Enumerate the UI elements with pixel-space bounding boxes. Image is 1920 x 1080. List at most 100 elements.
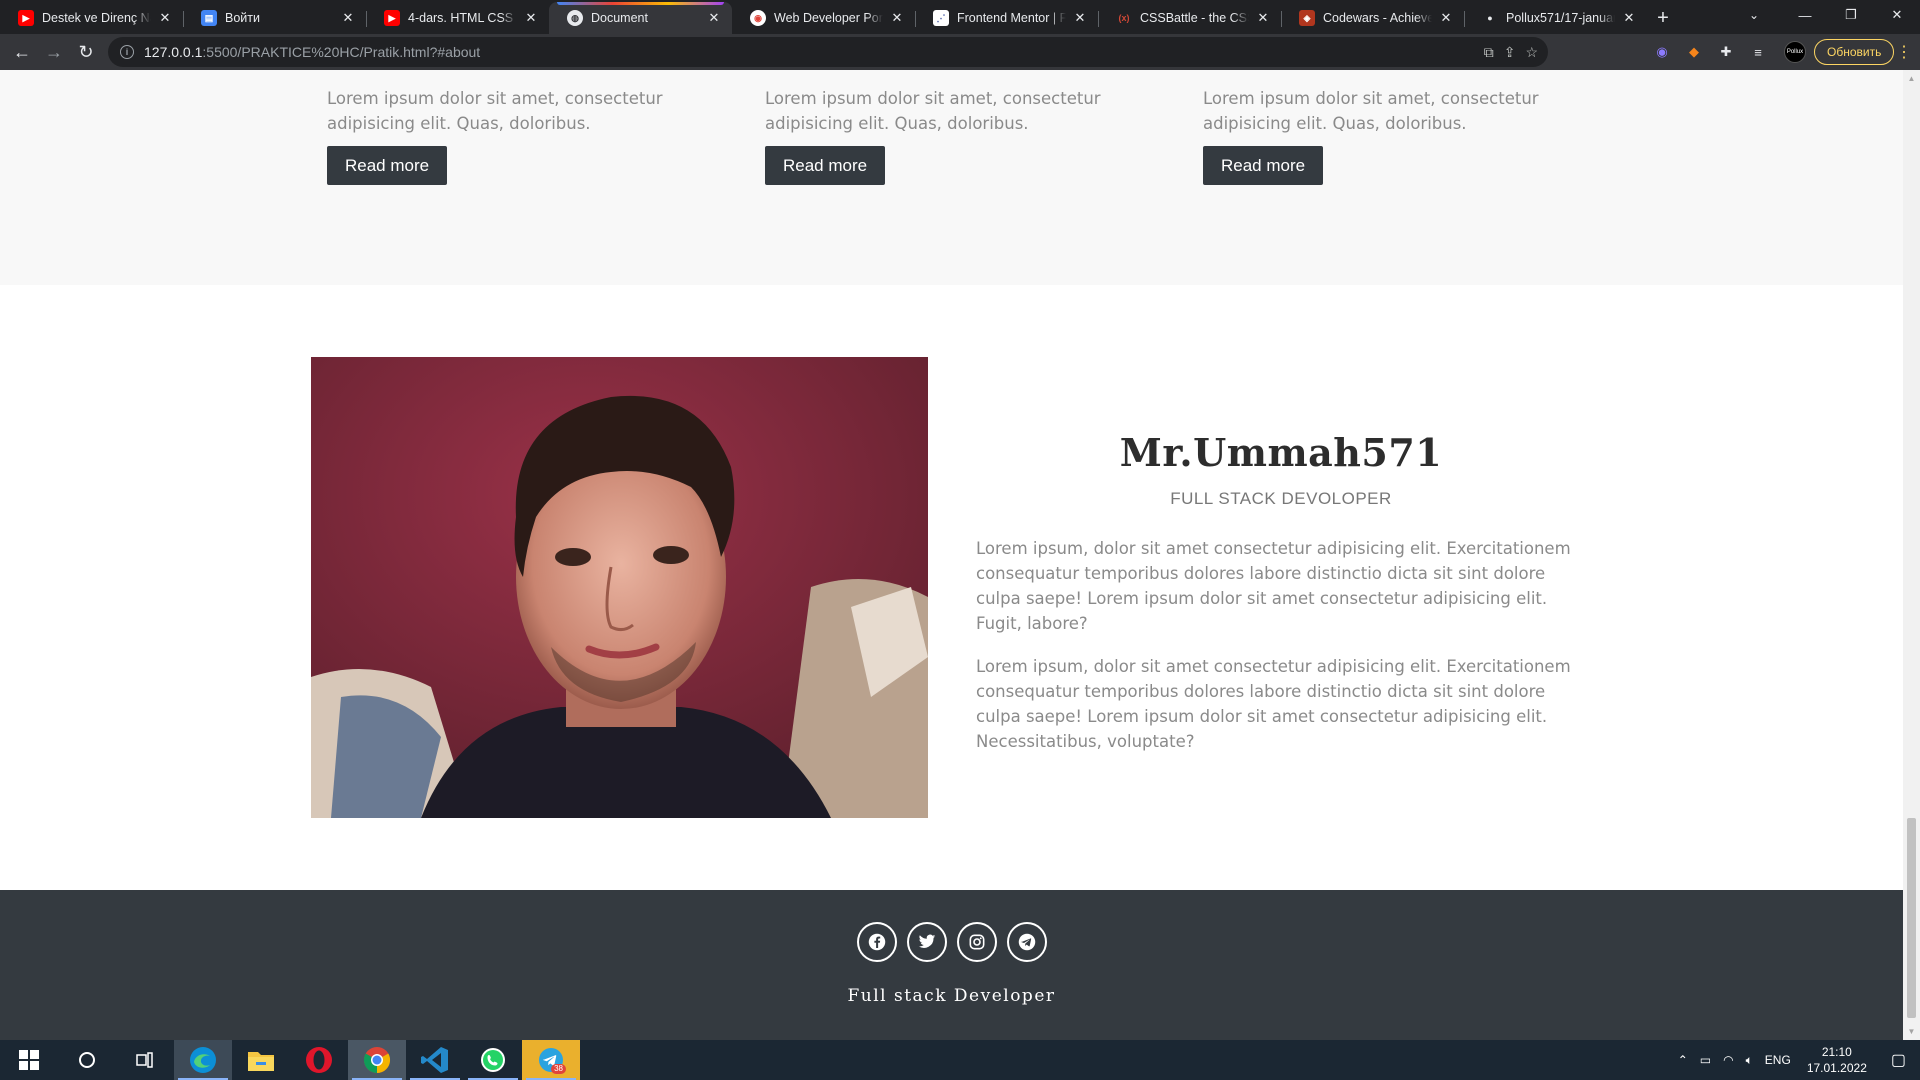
service-card-text: Lorem ipsum dolor sit amet, consectetur …	[327, 89, 663, 133]
omnibox-actions: ⧉ ⇪ ☆	[1484, 37, 1538, 67]
reading-list-icon[interactable]: ≡	[1748, 42, 1768, 62]
extensions-area: ◉ ◆ ✚ ≡	[1652, 37, 1768, 67]
portrait-illustration	[311, 357, 928, 818]
file-explorer-icon[interactable]	[232, 1040, 290, 1080]
telegram-app-icon[interactable]: 38	[522, 1040, 580, 1080]
minimize-icon[interactable]: —	[1782, 0, 1828, 30]
window-controls: — ❐ ✕	[1782, 0, 1920, 30]
language-indicator[interactable]: ENG	[1759, 1053, 1797, 1067]
about-section: Mr.Ummah571 FULL STACK DEVOLOPER Lorem i…	[0, 285, 1903, 890]
task-view-icon[interactable]	[116, 1040, 174, 1080]
close-icon[interactable]: ✕	[889, 10, 905, 26]
close-icon[interactable]: ✕	[523, 10, 539, 26]
close-icon[interactable]: ✕	[157, 10, 173, 26]
search-icon[interactable]	[58, 1040, 116, 1080]
tab-4[interactable]: ◉ Web Developer Portfo ✕	[732, 2, 915, 34]
tab-search-icon[interactable]: ⌄	[1734, 0, 1774, 30]
page-scrollbar[interactable]: ▲ ▼	[1903, 70, 1920, 1040]
scroll-down-icon[interactable]: ▼	[1903, 1023, 1920, 1040]
chrome-icon[interactable]	[348, 1040, 406, 1080]
service-card: Lorem ipsum dolor sit amet, consectetur …	[327, 86, 727, 185]
tab-title: 4-dars. HTML CSS yor	[408, 11, 517, 25]
tab-title: Document	[591, 11, 648, 25]
scrollbar-thumb[interactable]	[1907, 818, 1916, 1018]
document-icon: ▤	[201, 10, 217, 26]
whatsapp-icon[interactable]	[464, 1040, 522, 1080]
tab-7[interactable]: ◈ Codewars - Achieve m ✕	[1281, 2, 1464, 34]
close-icon[interactable]: ✕	[1438, 10, 1454, 26]
tab-2[interactable]: ▶ 4-dars. HTML CSS yor ✕	[366, 2, 549, 34]
tab-title: Frontend Mentor | Fro	[957, 11, 1066, 25]
profile-avatar[interactable]: Pollux	[1784, 41, 1806, 63]
tray-chevron-icon[interactable]: ⌃	[1672, 1053, 1694, 1067]
frontend-mentor-icon: ⋰	[933, 10, 949, 26]
window-close-icon[interactable]: ✕	[1874, 0, 1920, 30]
site-info-icon[interactable]: i	[120, 45, 134, 59]
reload-icon[interactable]: ↻	[70, 36, 102, 68]
clock[interactable]: 21:10 17.01.2022	[1797, 1044, 1877, 1076]
metamask-icon[interactable]: ◆	[1684, 42, 1704, 62]
read-more-button[interactable]: Read more	[327, 146, 448, 185]
facebook-icon[interactable]	[857, 922, 897, 962]
codewars-icon: ◈	[1299, 10, 1315, 26]
network-icon[interactable]: ◠	[1717, 1053, 1739, 1067]
clock-date: 17.01.2022	[1806, 1061, 1867, 1075]
service-card: Lorem ipsum dolor sit amet, consectetur …	[765, 86, 1165, 185]
tab-title: Pollux571/17-january	[1506, 11, 1615, 25]
tab-0[interactable]: ▶ Destek ve Direnç Nasıl ✕	[0, 2, 183, 34]
volume-icon[interactable]: 🔈︎	[1740, 1053, 1759, 1068]
translate-icon[interactable]: ⧉	[1484, 44, 1494, 61]
tab-6[interactable]: (x) CSSBattle - the CSS co ✕	[1098, 2, 1281, 34]
about-name-heading: Mr.Ummah571	[1119, 430, 1443, 475]
footer-tagline: Full stack Developer	[847, 986, 1056, 1006]
close-icon[interactable]: ✕	[1621, 10, 1637, 26]
social-links	[857, 922, 1047, 962]
tab-5[interactable]: ⋰ Frontend Mentor | Fro ✕	[915, 2, 1098, 34]
youtube-icon: ▶	[18, 10, 34, 26]
browser-toolbar: ← → ↻ i 127.0.0.1:5500/PRAKTICE%20HC/Pra…	[0, 34, 1920, 70]
instagram-icon[interactable]	[957, 922, 997, 962]
profile-photo	[311, 357, 928, 818]
scroll-up-icon[interactable]: ▲	[1903, 70, 1920, 87]
address-bar[interactable]: i 127.0.0.1:5500/PRAKTICE%20HC/Pratik.ht…	[108, 37, 1548, 67]
youtube-icon: ▶	[384, 10, 400, 26]
tab-3[interactable]: ◍ Document ✕	[549, 2, 732, 34]
edge-icon[interactable]	[174, 1040, 232, 1080]
windows-start-icon[interactable]	[0, 1040, 58, 1080]
about-paragraph: Lorem ipsum, dolor sit amet consectetur …	[976, 539, 1571, 633]
tab-8[interactable]: ● Pollux571/17-january ✕	[1464, 2, 1647, 34]
puzzle-icon[interactable]: ✚	[1716, 42, 1736, 62]
tab-title: CSSBattle - the CSS co	[1140, 11, 1249, 25]
close-icon[interactable]: ✕	[340, 10, 356, 26]
bookmark-star-icon[interactable]: ☆	[1525, 44, 1538, 61]
read-more-button[interactable]: Read more	[765, 146, 886, 185]
page-viewport: Lorem ipsum dolor sit amet, consectetur …	[0, 70, 1920, 1040]
service-card-text: Lorem ipsum dolor sit amet, consectetur …	[1203, 89, 1539, 133]
back-icon[interactable]: ←	[6, 36, 38, 68]
close-icon[interactable]: ✕	[1255, 10, 1271, 26]
profile-label: Pollux	[1786, 49, 1804, 55]
close-icon[interactable]: ✕	[1072, 10, 1088, 26]
close-icon[interactable]: ✕	[706, 10, 722, 26]
tab-1[interactable]: ▤ Войти ✕	[183, 2, 366, 34]
telegram-icon[interactable]	[1007, 922, 1047, 962]
tab-title: Web Developer Portfo	[774, 11, 883, 25]
vscode-icon[interactable]	[406, 1040, 464, 1080]
update-button[interactable]: Обновить	[1814, 39, 1895, 65]
battery-icon[interactable]: ▭	[1694, 1053, 1717, 1067]
notifications-icon[interactable]: ▢	[1877, 1050, 1920, 1070]
restore-icon[interactable]: ❐	[1828, 0, 1874, 30]
read-more-button[interactable]: Read more	[1203, 146, 1324, 185]
menu-kebab-icon[interactable]: ⋮	[1892, 37, 1916, 67]
services-section: Lorem ipsum dolor sit amet, consectetur …	[0, 70, 1903, 285]
twitter-icon[interactable]	[907, 922, 947, 962]
extension-icon[interactable]: ◉	[1652, 42, 1672, 62]
forward-icon[interactable]: →	[38, 36, 70, 68]
opera-icon[interactable]	[290, 1040, 348, 1080]
tab-title: Войти	[225, 11, 260, 25]
share-icon[interactable]: ⇪	[1504, 44, 1516, 61]
new-tab-button[interactable]: +	[1647, 2, 1679, 34]
url-path: :5500/PRAKTICE%20HC/Pratik.html?#about	[202, 44, 481, 60]
about-role-subtitle: FULL STACK DEVOLOPER	[1170, 489, 1392, 508]
service-card-text: Lorem ipsum dolor sit amet, consectetur …	[765, 89, 1101, 133]
